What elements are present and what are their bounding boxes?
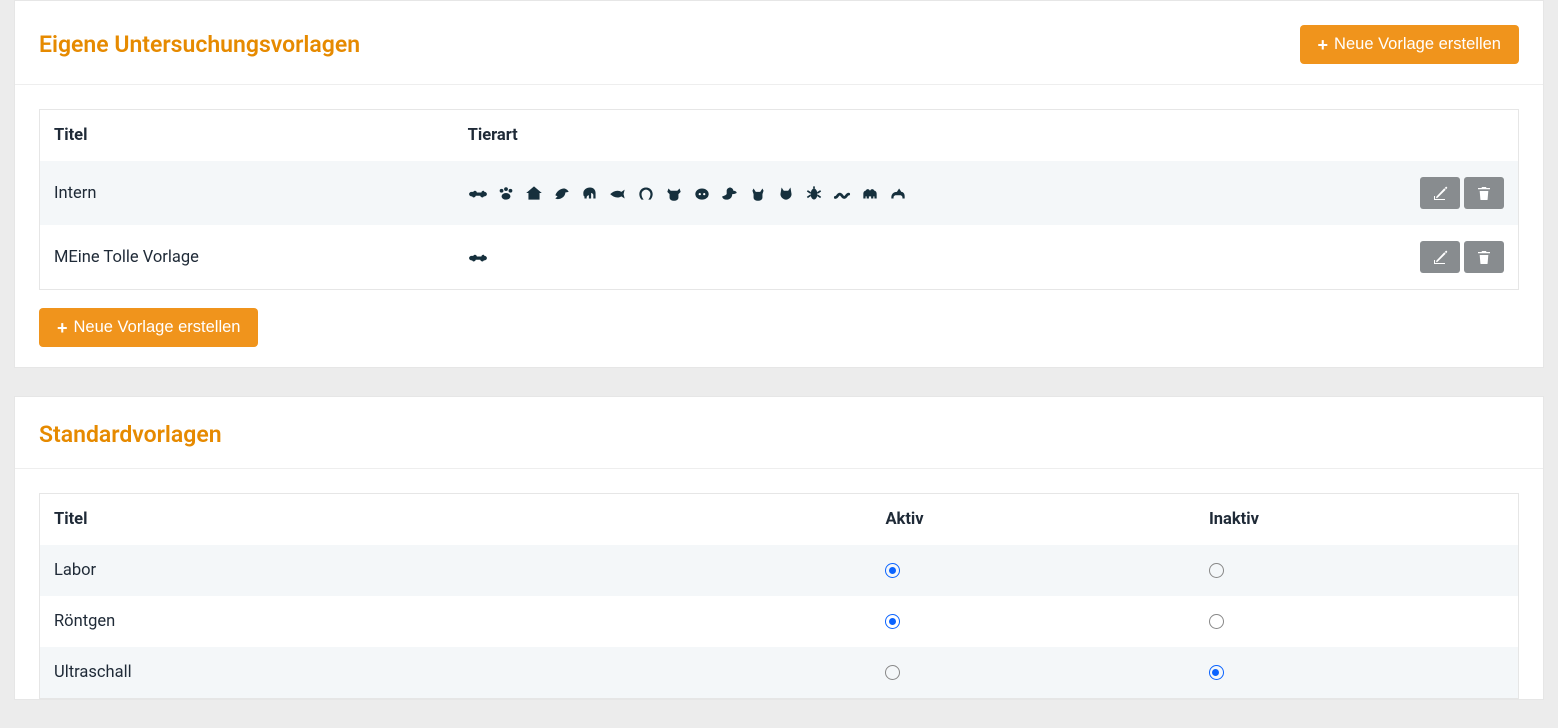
standard-templates-table: Titel Aktiv Inaktiv LaborRöntgenUltrasch…: [39, 493, 1519, 699]
goat-icon: [748, 184, 768, 202]
edit-button[interactable]: [1420, 241, 1460, 273]
bone-icon: [468, 248, 488, 266]
row-title: Röntgen: [40, 596, 872, 647]
aktiv-radio[interactable]: [885, 614, 900, 629]
new-template-button-bottom-label: Neue Vorlage erstellen: [74, 318, 241, 337]
snake-icon: [832, 184, 852, 202]
inaktiv-cell: [1195, 647, 1519, 699]
row-actions: [1399, 161, 1519, 225]
own-templates-header: Eigene Untersuchungsvorlagen + Neue Vorl…: [15, 1, 1543, 85]
own-templates-card: Eigene Untersuchungsvorlagen + Neue Vorl…: [14, 0, 1544, 368]
own-templates-header-row: Titel Tierart: [40, 110, 1519, 162]
inaktiv-radio[interactable]: [1209, 614, 1224, 629]
row-species: [454, 225, 1399, 290]
standard-templates-card: Standardvorlagen Titel Aktiv Inaktiv Lab…: [14, 396, 1544, 700]
row-species: [454, 161, 1399, 225]
paw-icon: [496, 184, 516, 202]
bird-icon: [552, 184, 572, 202]
cow-icon: [664, 184, 684, 202]
inaktiv-radio[interactable]: [1209, 563, 1224, 578]
new-template-button-bottom[interactable]: + Neue Vorlage erstellen: [39, 308, 258, 347]
elephant-icon: [580, 184, 600, 202]
plus-icon: +: [57, 319, 68, 337]
aktiv-cell: [871, 596, 1195, 647]
col-header-titel: Titel: [40, 110, 454, 162]
row-title: Labor: [40, 545, 872, 596]
row-title: MEine Tolle Vorlage: [40, 225, 454, 290]
house-icon: [524, 184, 544, 202]
table-row: Röntgen: [40, 596, 1519, 647]
bone-icon: [468, 184, 488, 202]
aktiv-radio[interactable]: [885, 563, 900, 578]
col-header-tierart: Tierart: [454, 110, 1399, 162]
aktiv-radio[interactable]: [885, 665, 900, 680]
aktiv-cell: [871, 545, 1195, 596]
standard-templates-header-row: Titel Aktiv Inaktiv: [40, 494, 1519, 546]
own-templates-title: Eigene Untersuchungsvorlagen: [39, 31, 360, 58]
std-col-header-titel: Titel: [40, 494, 872, 546]
std-col-header-inaktiv: Inaktiv: [1195, 494, 1519, 546]
camel-icon: [860, 184, 880, 202]
aktiv-cell: [871, 647, 1195, 699]
inaktiv-cell: [1195, 545, 1519, 596]
standard-templates-header: Standardvorlagen: [15, 397, 1543, 469]
row-title: Ultraschall: [40, 647, 872, 699]
table-row: MEine Tolle Vorlage: [40, 225, 1519, 290]
horseshoe-icon: [636, 184, 656, 202]
table-row: Ultraschall: [40, 647, 1519, 699]
inaktiv-cell: [1195, 596, 1519, 647]
inaktiv-radio[interactable]: [1209, 665, 1224, 680]
duck-icon: [720, 184, 740, 202]
row-actions: [1399, 225, 1519, 290]
new-template-button-top-label: Neue Vorlage erstellen: [1334, 35, 1501, 54]
own-templates-table: Titel Tierart InternMEine Tolle Vorlage: [39, 109, 1519, 290]
edit-button[interactable]: [1420, 177, 1460, 209]
new-template-button-top[interactable]: + Neue Vorlage erstellen: [1300, 25, 1519, 64]
pig-icon: [692, 184, 712, 202]
table-row: Intern: [40, 161, 1519, 225]
fish-icon: [608, 184, 628, 202]
table-row: Labor: [40, 545, 1519, 596]
dog-small-icon: [888, 184, 908, 202]
row-title: Intern: [40, 161, 454, 225]
std-col-header-aktiv: Aktiv: [871, 494, 1195, 546]
standard-templates-title: Standardvorlagen: [39, 421, 222, 448]
plus-icon: +: [1318, 36, 1329, 54]
bug-icon: [804, 184, 824, 202]
cat-icon: [776, 184, 796, 202]
delete-button[interactable]: [1464, 177, 1504, 209]
delete-button[interactable]: [1464, 241, 1504, 273]
